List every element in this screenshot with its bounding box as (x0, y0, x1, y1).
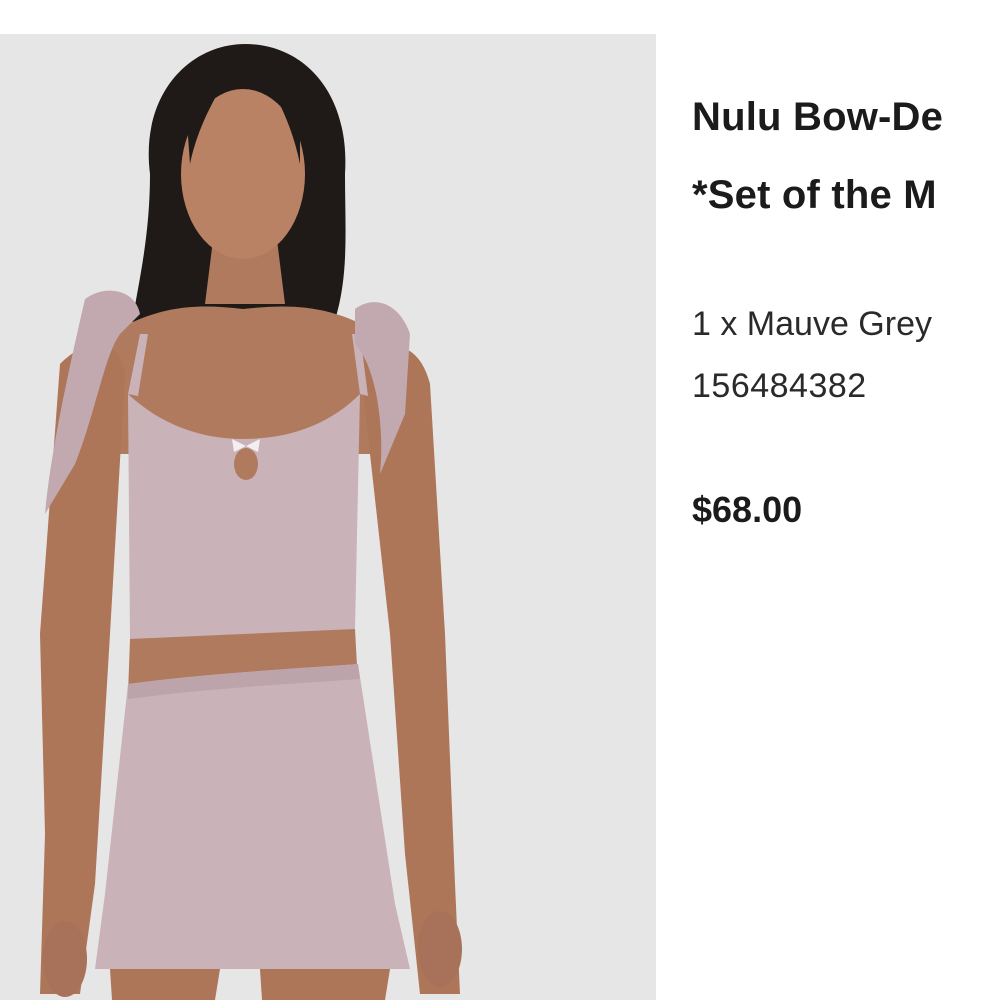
product-title-line-1[interactable]: Nulu Bow-De (692, 95, 943, 140)
product-photo[interactable] (0, 34, 656, 1000)
variant-quantity-color: 1 x Mauve Grey (692, 305, 932, 343)
product-price: $68.00 (692, 489, 803, 530)
product-title-line-2[interactable]: *Set of the M (692, 173, 937, 218)
model-illustration (0, 34, 656, 1000)
order-item-view: Nulu Bow-De *Set of the M 1 x Mauve Grey… (0, 0, 1000, 1000)
product-sku: 156484382 (692, 367, 867, 405)
product-details: Nulu Bow-De *Set of the M 1 x Mauve Grey… (692, 0, 1000, 1000)
